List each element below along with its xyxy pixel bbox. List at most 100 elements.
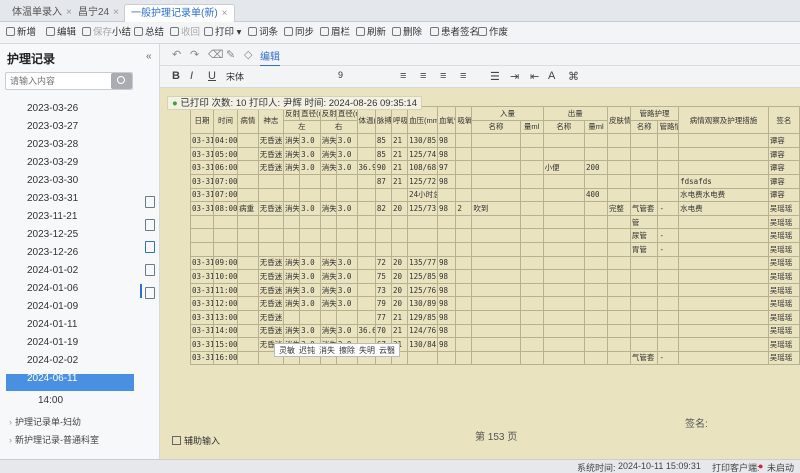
table-cell[interactable] (335, 309, 358, 325)
table-cell[interactable] (678, 241, 769, 257)
summary-button[interactable]: 小结 (112, 26, 131, 40)
table-cell[interactable]: 03-31 (190, 350, 214, 366)
table-cell[interactable]: 125/74 (407, 146, 438, 162)
table-cell[interactable] (471, 187, 521, 203)
table-cell[interactable]: 72 (374, 255, 392, 271)
table-cell[interactable]: 20 (390, 282, 409, 298)
table-cell[interactable] (519, 146, 544, 162)
table-cell[interactable]: 125/73 (407, 201, 438, 216)
table-cell[interactable]: 03-31 (190, 337, 214, 352)
quick-word-item[interactable]: 云翳 (379, 346, 395, 355)
table-cell[interactable]: - (657, 228, 680, 243)
table-cell[interactable]: 吴瑶瑶 (767, 201, 800, 216)
table-cell[interactable] (237, 255, 259, 271)
table-cell[interactable]: 03-31 (190, 173, 214, 189)
table-cell[interactable]: 85 (374, 133, 392, 148)
table-cell[interactable] (335, 228, 358, 243)
table-cell[interactable] (212, 241, 239, 257)
sidebar-item-date[interactable]: 2023-11-21 (27, 211, 77, 222)
table-cell[interactable]: 98 (436, 282, 457, 298)
table-cell[interactable]: 吴瑶瑶 (767, 309, 800, 325)
table-cell[interactable] (455, 173, 473, 189)
table-cell[interactable] (583, 269, 608, 284)
table-cell[interactable]: 病重 (237, 201, 259, 216)
table-cell[interactable] (237, 228, 259, 243)
table-cell[interactable] (455, 214, 473, 230)
delete-button[interactable]: 删除 (392, 26, 422, 40)
table-cell[interactable]: 消失 (283, 133, 301, 148)
table-cell[interactable]: 98 (436, 255, 457, 271)
table-cell[interactable] (436, 228, 457, 243)
table-cell[interactable]: 16:00 (212, 350, 239, 366)
table-cell[interactable]: 07:00 (212, 187, 239, 203)
table-cell[interactable]: 3.0 (335, 255, 358, 271)
table-cell[interactable]: 无昏迷 (257, 201, 285, 216)
format-painter-icon[interactable]: ✎ (226, 48, 235, 61)
table-cell[interactable] (657, 214, 680, 230)
table-cell[interactable]: 3.0 (299, 201, 321, 216)
table-cell[interactable] (657, 160, 680, 175)
table-cell[interactable]: 90 (374, 160, 392, 175)
table-cell[interactable]: 70 (374, 323, 392, 339)
table-cell[interactable] (583, 228, 608, 243)
table-cell[interactable]: 无昏迷 (257, 133, 285, 148)
table-cell[interactable]: 谭容 (767, 160, 800, 175)
table-cell[interactable] (542, 241, 585, 257)
table-cell[interactable] (319, 187, 337, 203)
table-cell[interactable] (519, 337, 544, 352)
table-cell[interactable]: 12:00 (212, 296, 239, 311)
table-cell[interactable] (657, 173, 680, 189)
table-row[interactable]: 胃管 - 吴瑶瑶 (190, 241, 800, 257)
table-cell[interactable]: 87 (374, 173, 392, 189)
table-cell[interactable] (356, 187, 376, 203)
table-cell[interactable]: 98 (436, 296, 457, 311)
table-cell[interactable] (390, 241, 409, 257)
table-cell[interactable] (657, 282, 680, 298)
table-cell[interactable]: 98 (436, 337, 457, 352)
table-cell[interactable] (356, 309, 376, 325)
table-cell[interactable] (374, 214, 392, 230)
table-cell[interactable] (542, 337, 585, 352)
table-cell[interactable]: 谭容 (767, 173, 800, 189)
table-cell[interactable] (542, 133, 585, 148)
table-cell[interactable]: 3.0 (299, 160, 321, 175)
table-cell[interactable] (471, 133, 521, 148)
table-cell[interactable]: 无昏迷 (257, 146, 285, 162)
table-cell[interactable] (436, 214, 457, 230)
table-cell[interactable]: 谭容 (767, 146, 800, 162)
table-cell[interactable] (542, 350, 585, 366)
table-cell[interactable] (542, 255, 585, 271)
table-cell[interactable] (629, 255, 659, 271)
table-row[interactable]: 03-3107:00 24小时总结 400 水电费水电费谭容 (190, 187, 800, 203)
quick-word-item[interactable]: 擦除 (339, 346, 355, 355)
sidebar-item-date[interactable]: 2024-06-11 (27, 373, 77, 384)
table-cell[interactable]: 消失 (319, 296, 337, 311)
sidebar-item-date[interactable]: 2023-12-25 (27, 229, 78, 240)
table-cell[interactable] (407, 241, 438, 257)
table-cell[interactable]: 消失 (283, 323, 301, 339)
new-button[interactable]: 新增 (6, 26, 36, 40)
refresh-button[interactable]: 刷新 (356, 26, 386, 40)
table-cell[interactable] (519, 241, 544, 257)
table-cell[interactable] (583, 296, 608, 311)
table-cell[interactable] (455, 160, 473, 175)
table-cell[interactable]: 21 (390, 173, 409, 189)
table-row[interactable]: 03-31 06:00 无昏迷 消失 3.0 消失 3.0 36.9 90 21 108/68 97 小… (190, 160, 800, 175)
table-cell[interactable] (606, 350, 631, 366)
table-cell[interactable] (455, 323, 473, 339)
table-cell[interactable] (455, 241, 473, 257)
table-cell[interactable]: 吴瑶瑶 (767, 255, 800, 271)
outdent-icon[interactable]: ⇤ (530, 70, 539, 83)
table-cell[interactable]: 36.9 (356, 160, 376, 175)
table-cell[interactable] (606, 309, 631, 325)
table-cell[interactable] (237, 133, 259, 148)
sidebar-item-date[interactable]: 2023-03-30 (27, 175, 78, 186)
table-cell[interactable]: 73 (374, 282, 392, 298)
table-cell[interactable] (356, 282, 376, 298)
table-cell[interactable] (374, 241, 392, 257)
table-cell[interactable] (299, 228, 321, 243)
table-row[interactable]: 管 吴瑶瑶 (190, 214, 800, 230)
table-cell[interactable] (678, 309, 769, 325)
table-cell[interactable] (283, 228, 301, 243)
table-cell[interactable]: 消失 (283, 160, 301, 175)
